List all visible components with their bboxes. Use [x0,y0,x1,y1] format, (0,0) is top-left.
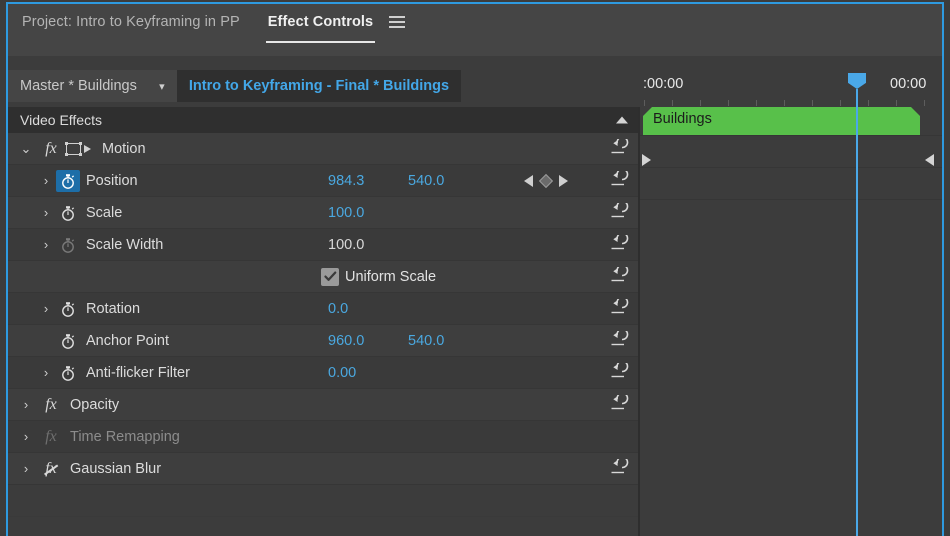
chevron-down-icon[interactable]: ⌄ [18,141,34,157]
chevron-right-icon[interactable]: › [38,301,54,317]
stopwatch-icon[interactable] [56,170,80,192]
property-label: Rotation [86,301,140,317]
property-value-1[interactable]: 960.0 [328,333,364,349]
playhead-line [856,89,858,536]
reset-icon[interactable] [607,395,629,415]
master-clip-label[interactable]: Master * Buildings [8,70,147,102]
tab-project[interactable]: Project: Intro to Keyframing in PP [8,4,254,56]
twisty-spacer [38,269,54,285]
timecode-start: :00:00 [643,76,683,92]
property-value-1[interactable]: 100.0 [328,237,364,253]
property-row-scale[interactable]: › Scale 100.0 [8,197,638,229]
property-row-time-remapping[interactable]: › fx Time Remapping [8,421,638,453]
stopwatch-icon[interactable] [56,362,80,384]
property-label: Scale Width [86,237,163,253]
effect-controls-panel: Project: Intro to Keyframing in PP Effec… [0,0,950,536]
hamburger-menu-icon[interactable] [389,4,405,56]
property-row-anchor-point[interactable]: Anchor Point 960.0 540.0 [8,325,638,357]
property-value-2[interactable]: 540.0 [408,333,444,349]
reset-icon[interactable] [607,299,629,319]
tab-project-label: Project: Intro to Keyframing in PP [22,14,240,46]
property-row-rotation[interactable]: › Rotation 0.0 [8,293,638,325]
timeline-clip-label: Buildings [653,111,712,127]
tab-effect-controls[interactable]: Effect Controls [254,4,387,56]
checkbox-icon[interactable] [321,268,339,286]
property-label: Position [86,173,138,189]
reset-icon[interactable] [607,267,629,287]
property-row-empty [8,485,638,517]
property-label: Gaussian Blur [70,461,161,477]
property-label: Motion [102,141,146,157]
fx-icon: fx [40,140,62,158]
stopwatch-icon[interactable] [56,330,80,352]
chevron-up-icon[interactable] [616,117,628,124]
keyframe-diamond-icon[interactable] [539,173,553,187]
property-row-empty [8,517,638,536]
chevron-down-icon[interactable]: ▾ [147,70,177,102]
chevron-right-icon[interactable]: › [38,205,54,221]
timeline-clip-bar[interactable]: Buildings [643,107,920,135]
keyframe-next-icon[interactable] [559,175,568,187]
uniform-scale-checkbox-wrapper[interactable]: Uniform Scale [321,268,436,286]
effect-timeline: :00:00 00:00 Buildings [640,70,942,536]
property-value-1[interactable]: 984.3 [328,173,364,189]
checkbox-label: Uniform Scale [345,269,436,285]
timeline-row-divider [640,199,942,200]
keyframe-navigator [524,175,568,187]
property-list: ⌄fxMotion›Position984.3540.0›Scale100.0›… [8,133,638,536]
chevron-right-icon[interactable]: › [38,365,54,381]
reset-icon[interactable] [607,331,629,351]
stopwatch-icon[interactable] [56,298,80,320]
property-row-opacity[interactable]: › fx Opacity [8,389,638,421]
property-row-gaussian-blur[interactable]: › fx Gaussian Blur [8,453,638,485]
timeline-ruler[interactable]: :00:00 00:00 [640,70,942,107]
timeline-tick-marks [640,98,942,106]
property-value-2[interactable]: 540.0 [408,173,444,189]
stopwatch-icon[interactable] [56,202,80,224]
timeline-track-area [640,136,942,536]
video-effects-title: Video Effects [20,112,102,128]
chevron-right-icon[interactable]: › [18,429,34,445]
panel-tab-strip: Project: Intro to Keyframing in PP Effec… [8,4,942,56]
video-effects-header[interactable]: Video Effects [8,107,638,133]
property-label: Anti-flicker Filter [86,365,190,381]
chevron-right-icon[interactable]: › [38,237,54,253]
property-row-scale-width[interactable]: › Scale Width 100.0 [8,229,638,261]
property-label: Time Remapping [70,429,180,445]
property-value-1[interactable]: 100.0 [328,205,364,221]
reset-icon[interactable] [607,171,629,191]
play-triangle-left-icon[interactable] [925,154,934,166]
chevron-right-icon[interactable]: › [18,397,34,413]
property-row-position[interactable]: › Position 984.3 540.0 [8,165,638,197]
timecode-end: 00:00 [890,76,926,92]
reset-icon[interactable] [607,203,629,223]
reset-icon[interactable] [607,459,629,479]
transform-box-icon[interactable] [66,142,94,156]
chevron-right-icon[interactable]: › [18,461,34,477]
property-value-1[interactable]: 0.00 [328,365,356,381]
twisty-spacer [38,333,54,349]
tab-active-underline [266,41,375,43]
property-label: Anchor Point [86,333,169,349]
keyframe-previous-icon[interactable] [524,175,533,187]
fx-icon: fx [40,460,62,478]
stopwatch-icon[interactable] [56,234,80,256]
timeline-row-divider [640,135,942,136]
property-value-1[interactable]: 0.0 [328,301,348,317]
property-row-uniform-scale[interactable]: Uniform Scale [8,261,638,293]
property-label: Scale [86,205,122,221]
fx-icon: fx [40,396,62,414]
property-label: Opacity [70,397,119,413]
sequence-clip-label[interactable]: Intro to Keyframing - Final * Buildings [177,70,461,102]
property-row-motion[interactable]: ⌄ fx Motion [8,133,638,165]
property-row-anti-flicker-filter[interactable]: › Anti-flicker Filter 0.00 [8,357,638,389]
fx-icon: fx [40,428,62,446]
reset-icon[interactable] [607,363,629,383]
reset-icon[interactable] [607,139,629,159]
chevron-right-icon[interactable]: › [38,173,54,189]
timeline-row-divider [640,167,942,168]
reset-icon[interactable] [607,235,629,255]
play-triangle-icon[interactable] [642,154,651,166]
